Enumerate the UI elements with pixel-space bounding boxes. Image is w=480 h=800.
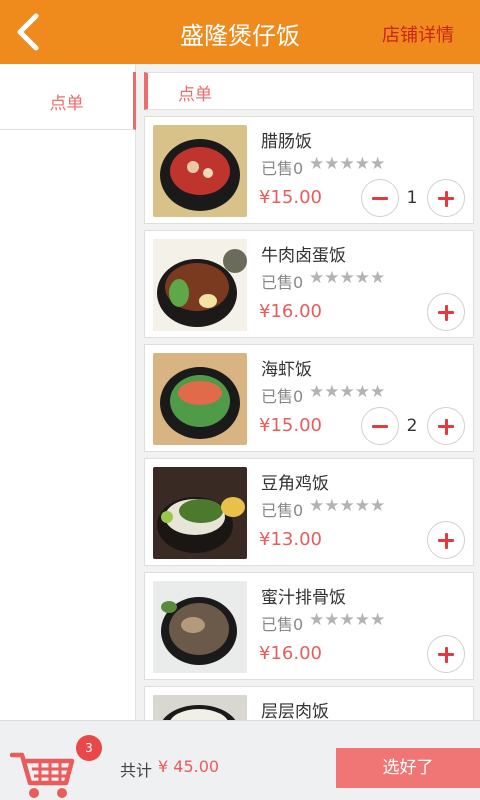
- store-details-link[interactable]: 店铺详情: [382, 21, 454, 47]
- dish-name: 牛肉卤蛋饭: [261, 246, 346, 266]
- app-header: 盛隆煲仔饭 店铺详情: [0, 0, 480, 64]
- dish-image: [153, 125, 247, 217]
- cart-count-badge: 3: [76, 735, 102, 761]
- dish-name: 海虾饭: [261, 360, 312, 380]
- dish-card[interactable]: 腊肠饭 已售0 ★★★★★ ¥15.00 1: [144, 116, 474, 224]
- rating-stars: ★★★★★: [309, 382, 386, 402]
- dish-sold-count: 已售0: [261, 501, 304, 520]
- confirm-selection-button[interactable]: 选好了: [336, 748, 480, 788]
- back-arrow-icon: [17, 13, 39, 51]
- total-amount: ¥ 45.00: [158, 757, 220, 776]
- increase-quantity-button[interactable]: [427, 521, 465, 559]
- back-button[interactable]: [8, 8, 52, 56]
- dish-card[interactable]: 豆角鸡饭 已售0 ★★★★★ ¥13.00: [144, 458, 474, 566]
- decrease-quantity-button[interactable]: [361, 179, 399, 217]
- sidebar-item-order[interactable]: 点单: [0, 72, 136, 130]
- dish-price: ¥15.00: [259, 415, 322, 436]
- rating-stars: ★★★★★: [309, 154, 386, 174]
- cart-bar: 3 共计 ¥ 45.00 选好了: [0, 720, 480, 800]
- dish-list[interactable]: 腊肠饭 已售0 ★★★★★ ¥15.00 1 牛肉卤蛋饭 已售0 ★★★★★ ¥…: [144, 116, 474, 720]
- total-label: 共计: [120, 761, 153, 780]
- dish-sold-count: 已售0: [261, 159, 304, 178]
- section-header: 点单: [144, 72, 474, 110]
- decrease-quantity-button[interactable]: [361, 407, 399, 445]
- rating-stars: ★★★★★: [309, 496, 386, 516]
- dish-name: 层层肉饭: [261, 702, 329, 720]
- dish-price: ¥13.00: [259, 529, 322, 550]
- sidebar-item-label: 点单: [49, 94, 84, 114]
- dish-sold-count: 已售0: [261, 615, 304, 634]
- dish-image: [153, 353, 247, 445]
- dish-image: [153, 467, 247, 559]
- dish-name: 腊肠饭: [261, 132, 312, 152]
- dish-image: [153, 695, 247, 720]
- dish-price: ¥15.00: [259, 187, 322, 208]
- dish-price: ¥16.00: [259, 301, 322, 322]
- dish-image: [153, 581, 247, 673]
- dish-card[interactable]: 层层肉饭: [144, 686, 474, 720]
- dish-card[interactable]: 海虾饭 已售0 ★★★★★ ¥15.00 2: [144, 344, 474, 452]
- section-title: 点单: [178, 85, 212, 105]
- increase-quantity-button[interactable]: [427, 293, 465, 331]
- dish-sold-count: 已售0: [261, 387, 304, 406]
- dish-card[interactable]: 牛肉卤蛋饭 已售0 ★★★★★ ¥16.00: [144, 230, 474, 338]
- increase-quantity-button[interactable]: [427, 179, 465, 217]
- dish-card[interactable]: 蜜汁排骨饭 已售0 ★★★★★ ¥16.00: [144, 572, 474, 680]
- increase-quantity-button[interactable]: [427, 635, 465, 673]
- dish-name: 豆角鸡饭: [261, 474, 329, 494]
- dish-price: ¥16.00: [259, 643, 322, 664]
- dish-image: [153, 239, 247, 331]
- dish-name: 蜜汁排骨饭: [261, 588, 346, 608]
- dish-sold-count: 已售0: [261, 273, 304, 292]
- dish-quantity: 1: [406, 188, 418, 208]
- rating-stars: ★★★★★: [309, 268, 386, 288]
- category-sidebar: 点单: [0, 64, 136, 720]
- dish-quantity: 2: [406, 416, 418, 436]
- shopping-cart-icon[interactable]: [9, 743, 82, 799]
- rating-stars: ★★★★★: [309, 610, 386, 630]
- increase-quantity-button[interactable]: [427, 407, 465, 445]
